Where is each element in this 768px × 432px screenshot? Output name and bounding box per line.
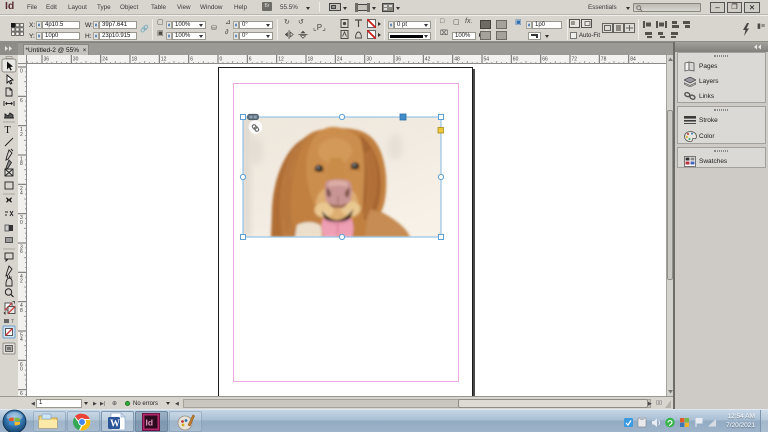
svg-text:4: 4 [20,190,23,196]
svg-text:6: 6 [249,57,252,63]
svg-text:48: 48 [454,57,460,63]
svg-text:6: 6 [20,98,23,104]
svg-text:W: W [110,419,120,430]
svg-text:T: T [11,319,14,325]
svg-text:4: 4 [20,337,23,343]
svg-text:60: 60 [513,57,519,63]
svg-text:6: 6 [20,249,23,255]
svg-text:Id: Id [146,418,154,428]
svg-text:18: 18 [132,57,138,63]
svg-text:54: 54 [484,57,490,63]
svg-text:36: 36 [396,57,402,63]
svg-text:30: 30 [366,57,372,63]
svg-text:2: 2 [20,132,23,138]
svg-text:66: 66 [542,57,548,63]
svg-text:T: T [5,125,11,136]
svg-text:18: 18 [308,57,314,63]
svg-text:24: 24 [337,57,343,63]
svg-text:0: 0 [20,69,23,75]
svg-text:78: 78 [601,57,607,63]
svg-text:0: 0 [20,220,23,226]
svg-text:84: 84 [630,57,636,63]
svg-text:72: 72 [572,57,578,63]
svg-text:12: 12 [278,57,284,63]
svg-text:24: 24 [102,57,108,63]
svg-text:6: 6 [190,57,193,63]
svg-text:30: 30 [73,57,79,63]
svg-text:8: 8 [20,308,23,314]
svg-text:8: 8 [20,161,23,167]
svg-text:42: 42 [425,57,431,63]
svg-text:0: 0 [220,57,223,63]
svg-text:2: 2 [20,278,23,284]
svg-text:0: 0 [20,366,23,372]
svg-text:36: 36 [44,57,50,63]
svg-text:12: 12 [161,57,167,63]
